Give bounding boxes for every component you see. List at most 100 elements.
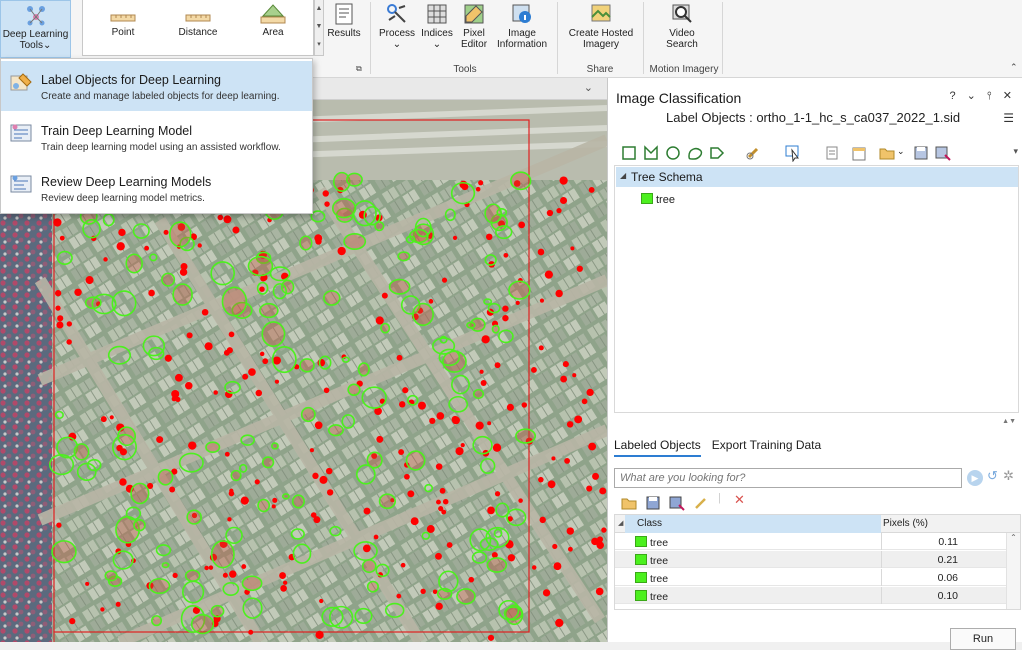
- video-search-button[interactable]: Video Search: [652, 2, 712, 50]
- tree-label-polygon: [261, 456, 275, 469]
- unlabeled-point: [115, 601, 121, 607]
- delete-icon[interactable]: ✕: [734, 492, 745, 508]
- label-list-icon[interactable]: [824, 144, 842, 162]
- unlabeled-point: [373, 534, 379, 540]
- chevron-down-icon[interactable]: ⌄: [584, 81, 593, 94]
- tree-label-polygon: [281, 493, 290, 500]
- segment-tool-icon[interactable]: [744, 144, 762, 162]
- distance-ruler-icon: [185, 14, 211, 22]
- table-row[interactable]: tree 0.06: [615, 569, 1008, 586]
- column-class[interactable]: Class: [625, 515, 881, 533]
- results-button[interactable]: Results: [326, 2, 362, 39]
- area-tool[interactable]: Area: [243, 2, 303, 38]
- open-folder-icon[interactable]: [620, 494, 638, 512]
- tab-labeled-objects[interactable]: Labeled Objects: [614, 438, 701, 457]
- pixel-label: Pixel: [463, 28, 485, 39]
- search-input[interactable]: [614, 468, 962, 488]
- image-classification-pane: Image Classification ? ⌄ ⫯ ✕ Label Objec…: [607, 78, 1022, 650]
- results-label: Results: [327, 28, 361, 39]
- tree-label-polygon: [380, 322, 391, 334]
- results-icon: [335, 3, 353, 25]
- toolbar-overflow-icon[interactable]: ▾: [1013, 146, 1018, 157]
- unlabeled-point: [439, 487, 446, 494]
- tree-label-polygon: [299, 235, 313, 251]
- search-label: Search: [666, 39, 698, 50]
- menu-item-label-objects[interactable]: Label Objects for Deep Learning Create a…: [1, 61, 312, 111]
- reset-icon[interactable]: ↺: [987, 468, 998, 484]
- edit-icon[interactable]: [692, 494, 710, 512]
- table-scrollbar[interactable]: ⌃: [1006, 533, 1020, 609]
- menu-item-review-models[interactable]: Review Deep Learning Models Review deep …: [1, 163, 312, 213]
- collapse-ribbon-icon[interactable]: ⌃: [1010, 62, 1018, 73]
- unlabeled-point: [172, 572, 178, 579]
- rectangle-tool-icon[interactable]: [620, 144, 638, 162]
- menu-item-train-model[interactable]: Train Deep Learning Model Train deep lea…: [1, 112, 312, 162]
- collapse-icon[interactable]: ◢: [620, 171, 626, 180]
- class-color-swatch: [641, 193, 653, 204]
- tree-label-polygon: [151, 615, 163, 627]
- new-schema-icon[interactable]: [850, 144, 868, 162]
- column-pixels[interactable]: Pixels (%): [883, 518, 928, 529]
- deep-learning-tools-button[interactable]: Deep Learning Tools⌄: [0, 0, 71, 58]
- polygon-tool-icon[interactable]: [642, 144, 660, 162]
- save-icon[interactable]: [912, 144, 930, 162]
- pane-split-arrows[interactable]: ▲▼: [1002, 418, 1016, 425]
- freehand-tool-icon[interactable]: [686, 144, 704, 162]
- table-row[interactable]: tree 0.21: [615, 551, 1008, 568]
- auto-detect-icon[interactable]: [708, 144, 726, 162]
- menu-item-title: Train Deep Learning Model: [41, 124, 193, 138]
- unlabeled-point: [163, 229, 169, 235]
- save-icon[interactable]: [644, 494, 662, 512]
- process-button[interactable]: Process ⌄: [378, 2, 416, 50]
- unlabeled-point: [204, 565, 209, 571]
- class-node-tree[interactable]: tree: [641, 193, 675, 206]
- unlabeled-point: [492, 443, 502, 452]
- table-row[interactable]: tree 0.10: [615, 587, 1008, 604]
- unlabeled-point: [446, 542, 453, 548]
- unlabeled-point: [485, 233, 493, 241]
- pixel-editor-button[interactable]: Pixel Editor: [456, 2, 492, 50]
- distance-tool[interactable]: Distance: [168, 10, 228, 38]
- unlabeled-point: [479, 369, 484, 374]
- gear-icon[interactable]: ✲: [1003, 468, 1014, 484]
- collapse-icon[interactable]: ◢: [618, 519, 623, 527]
- unlabeled-point: [518, 498, 523, 503]
- unlabeled-point: [229, 488, 234, 493]
- image-information-button[interactable]: Image Information: [492, 2, 552, 50]
- create-hosted-imagery-button[interactable]: Create Hosted Imagery: [562, 2, 640, 50]
- chevron-down-icon: ⌄: [42, 40, 52, 51]
- unlabeled-point: [119, 478, 127, 486]
- dialog-launcher-icon[interactable]: ⧉: [356, 64, 362, 74]
- train-model-icon: [10, 124, 32, 142]
- tools-label: Tools: [19, 40, 43, 51]
- unlabeled-point: [208, 565, 214, 570]
- circle-tool-icon[interactable]: [664, 144, 682, 162]
- tab-export-training-data[interactable]: Export Training Data: [712, 438, 821, 455]
- unlabeled-point: [323, 387, 330, 394]
- unlabeled-point: [574, 415, 583, 424]
- unlabeled-point: [576, 265, 583, 272]
- chevron-down-icon[interactable]: ⌄: [897, 146, 905, 157]
- pane-window-controls[interactable]: ? ⌄ ⫯ ✕: [949, 89, 1016, 103]
- point-tool[interactable]: Point: [93, 10, 153, 38]
- unlabeled-point: [539, 516, 546, 524]
- save-as-icon[interactable]: [934, 144, 952, 162]
- column-divider: [881, 533, 882, 550]
- search-go-icon[interactable]: ▶: [967, 470, 983, 486]
- row-pixels: 0.06: [937, 572, 958, 584]
- table-row[interactable]: tree 0.11: [615, 533, 1008, 550]
- tree-schema-node[interactable]: ◢ Tree Schema: [616, 167, 1018, 187]
- save-as-icon[interactable]: [668, 494, 686, 512]
- image-label: Image: [508, 28, 536, 39]
- row-class: tree: [650, 591, 669, 603]
- gallery-scrollbar[interactable]: ▲ ▼ ▾: [314, 0, 324, 56]
- unlabeled-point: [169, 486, 176, 493]
- run-button[interactable]: Run: [950, 628, 1016, 650]
- unlabeled-point: [506, 403, 514, 411]
- indices-button[interactable]: Indices ⌄: [418, 2, 456, 50]
- unlabeled-point: [66, 321, 73, 327]
- open-folder-icon[interactable]: [878, 144, 896, 162]
- select-tool-icon[interactable]: [784, 144, 802, 162]
- hamburger-menu-icon[interactable]: ☰: [1003, 111, 1014, 125]
- unlabeled-point: [324, 201, 330, 207]
